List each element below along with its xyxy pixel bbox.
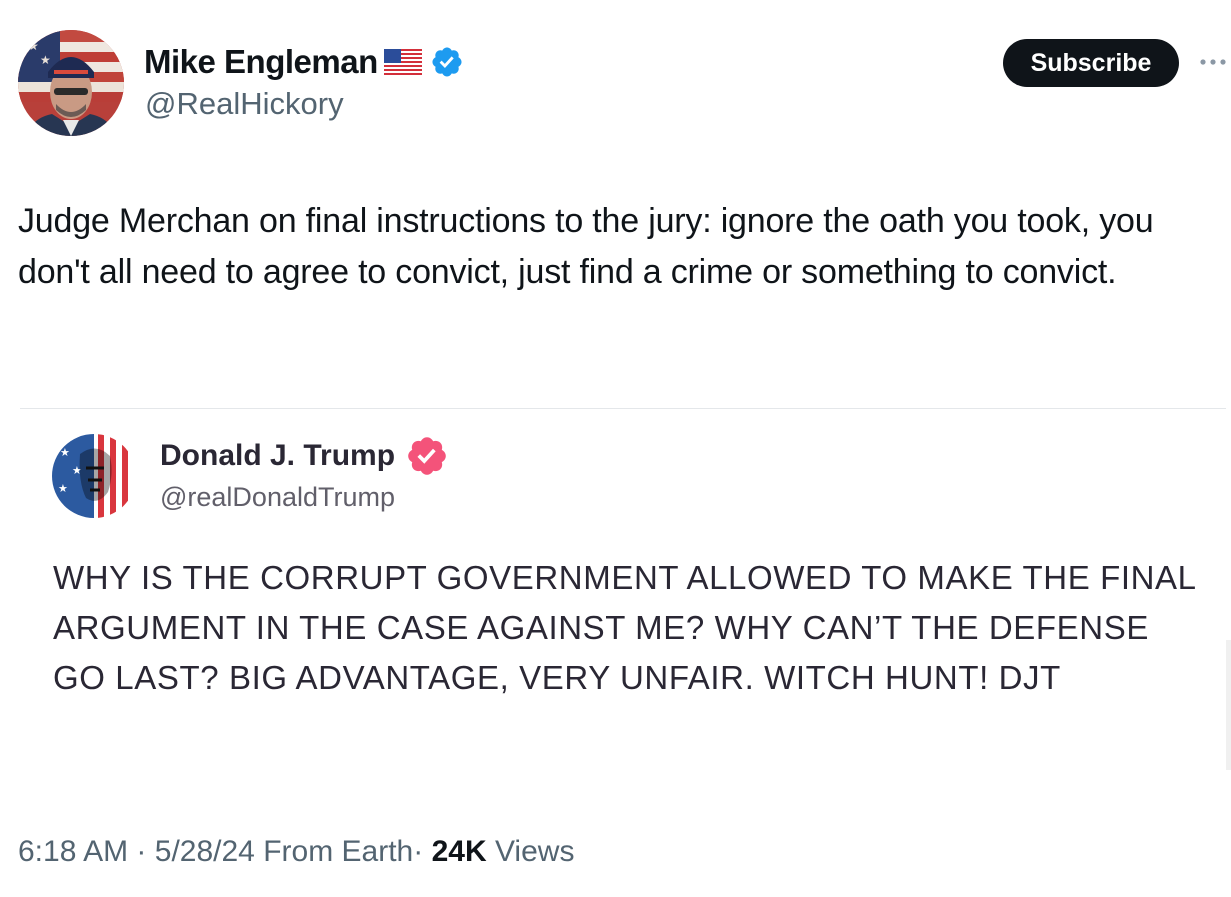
us-flag-icon [383, 49, 422, 75]
svg-text:★: ★ [40, 53, 51, 67]
more-options-icon[interactable] [1195, 50, 1231, 74]
embed-post-text: WHY IS THE CORRUPT GOVERNMENT ALLOWED TO… [53, 559, 1196, 696]
embed-name-row: Donald J. Trump [160, 436, 449, 476]
svg-text:★: ★ [28, 39, 39, 53]
svg-text:★: ★ [58, 482, 68, 495]
author-handle[interactable]: @RealHickory [145, 86, 344, 122]
embed-avatar-image: ★ ★ ★ [52, 434, 136, 518]
embed-author-avatar: ★ ★ ★ [52, 434, 136, 518]
embed-divider [20, 408, 1226, 409]
author-name-row[interactable]: Mike Engleman [144, 42, 464, 82]
author-name[interactable]: Mike Engleman [144, 43, 378, 81]
tweet-date[interactable]: 5/28/24 [155, 835, 255, 868]
pink-verified-badge-icon [405, 434, 449, 478]
views-count[interactable]: 24K [432, 835, 487, 868]
scrollbar-edge [1226, 640, 1231, 770]
svg-text:★: ★ [60, 446, 70, 459]
tweet-source: From Earth [263, 835, 414, 868]
author-avatar-image: ★ ★ [18, 30, 124, 136]
meta-separator: · [136, 835, 147, 868]
verified-badge-icon[interactable] [430, 45, 464, 79]
views-label[interactable]: Views [495, 835, 574, 868]
meta-separator-2: · [413, 835, 424, 868]
embed-author-handle: @realDonaldTrump [160, 482, 395, 512]
tweet-time[interactable]: 6:18 AM [18, 835, 128, 868]
tweet-meta: 6:18 AM · 5/28/24 From Earth· 24K Views [18, 835, 574, 869]
subscribe-button[interactable]: Subscribe [1003, 39, 1179, 87]
embed-author-name: Donald J. Trump [160, 439, 396, 472]
author-avatar[interactable]: ★ ★ [18, 30, 124, 136]
tweet-text: Judge Merchan on final instructions to t… [18, 202, 1154, 291]
